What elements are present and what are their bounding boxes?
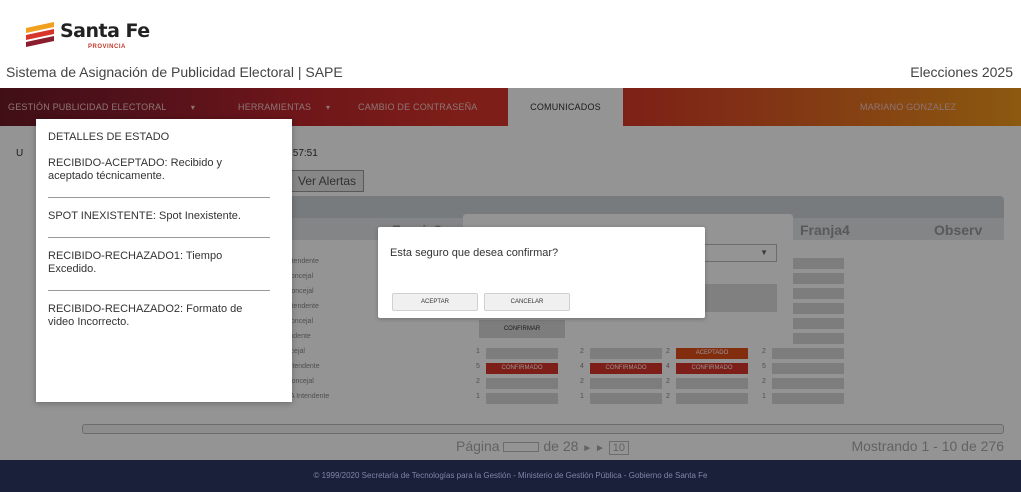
details-item: SPOT INEXISTENTE: Spot Inexistente. xyxy=(48,198,270,238)
status-details-panel: DETALLES DE ESTADO RECIBIDO-ACEPTADO: Re… xyxy=(36,119,292,402)
santa-fe-flag-icon xyxy=(26,22,54,47)
accept-button[interactable]: ACEPTAR xyxy=(392,293,478,311)
details-title: DETALLES DE ESTADO xyxy=(48,131,170,143)
details-item: RECIBIDO-ACEPTADO: Recibido y aceptado t… xyxy=(48,143,270,198)
logo-subtext: PROVINCIA xyxy=(88,44,126,50)
header: Santa Fe PROVINCIA Sistema de Asignación… xyxy=(0,0,1021,88)
santa-fe-logo[interactable]: Santa Fe PROVINCIA xyxy=(24,18,154,58)
details-item: RECIBIDO-RECHAZADO2: Formato de video In… xyxy=(48,303,243,328)
confirm-message: Esta seguro que desea confirmar? xyxy=(390,247,559,259)
app-title: Sistema de Asignación de Publicidad Elec… xyxy=(6,64,343,80)
footer-text: © 1999/2020 Secretaría de Tecnologías pa… xyxy=(313,471,708,480)
logo-text: Santa Fe xyxy=(60,20,150,42)
cancel-button[interactable]: CANCELAR xyxy=(484,293,570,311)
elections-label: Elecciones 2025 xyxy=(910,64,1013,80)
confirm-dialog: Esta seguro que desea confirmar? ACEPTAR… xyxy=(378,227,705,318)
footer: © 1999/2020 Secretaría de Tecnologías pa… xyxy=(0,460,1021,492)
details-item: RECIBIDO-RECHAZADO1: Tiempo Excedido. xyxy=(48,238,270,291)
